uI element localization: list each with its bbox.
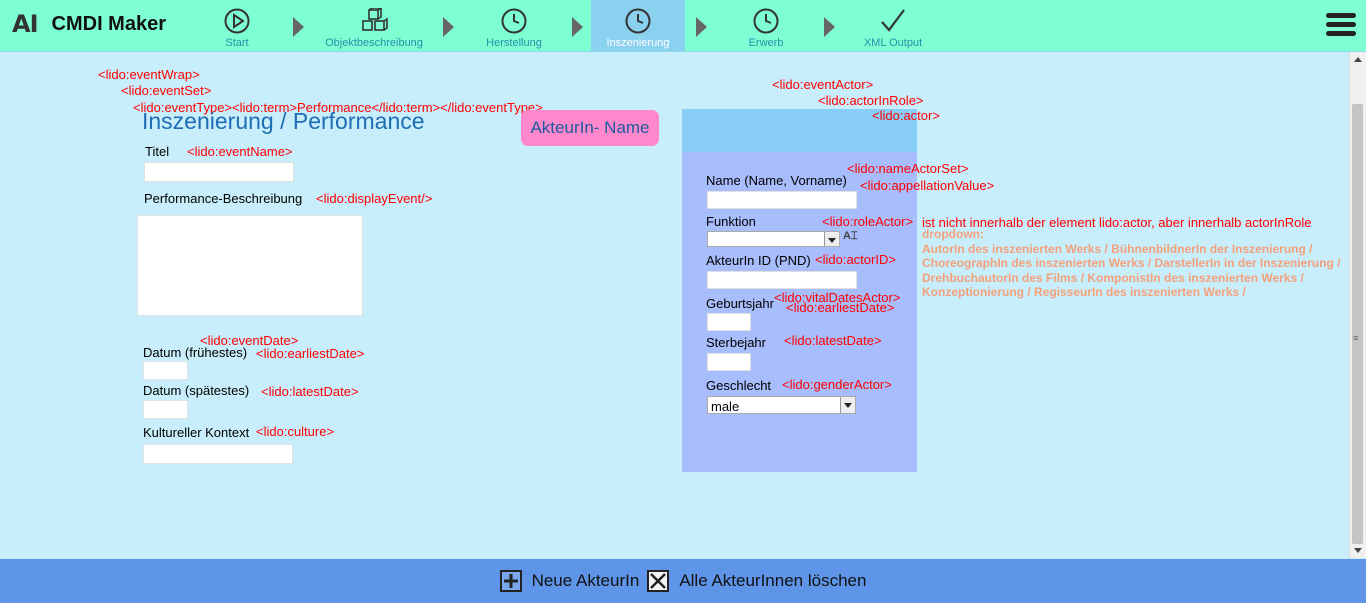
- step-erwerb[interactable]: Erwerb: [730, 0, 802, 51]
- step-label: Erwerb: [748, 37, 784, 49]
- title-input[interactable]: [144, 162, 294, 182]
- dropdown-note-line: dropdown:: [922, 227, 984, 241]
- tag-latest-date: <lido:latestDate>: [261, 384, 359, 399]
- actor-id-label: AkteurIn ID (PND): [706, 253, 811, 268]
- death-year-label: Sterbejahr: [706, 335, 766, 350]
- app-logo: AI: [12, 10, 38, 38]
- tag-earliest-date: <lido:earliestDate>: [256, 346, 365, 361]
- birth-year-input[interactable]: [707, 313, 751, 331]
- description-textarea[interactable]: [137, 215, 363, 316]
- scroll-down-icon[interactable]: [1354, 548, 1362, 553]
- step-arrow: [824, 17, 835, 37]
- dropdown-note-line: DrehbuchautorIn des Films / KomponistIn …: [922, 270, 1304, 285]
- tag-actor-in-role: <lido:actorInRole>: [818, 93, 924, 108]
- play-icon: [224, 7, 250, 35]
- tag-actor-latest-date: <lido:latestDate>: [784, 333, 882, 348]
- tag-event-actor: <lido:eventActor>: [772, 77, 874, 92]
- scroll-up-icon[interactable]: [1354, 57, 1362, 62]
- step-inszenierung[interactable]: Inszenierung: [591, 0, 685, 51]
- step-arrow: [293, 17, 304, 37]
- tag-event-set: <lido:eventSet>: [121, 83, 212, 98]
- close-icon: [647, 570, 670, 592]
- culture-input[interactable]: [143, 444, 293, 464]
- app-title: CMDI Maker: [51, 12, 166, 35]
- culture-label: Kultureller Kontext: [143, 425, 250, 440]
- checkmark-icon: [879, 7, 907, 35]
- gender-select-value: male: [711, 399, 740, 414]
- vertical-scrollbar[interactable]: ≡: [1349, 52, 1366, 558]
- title-label: Titel: [145, 144, 170, 159]
- tag-culture: <lido:culture>: [256, 424, 335, 439]
- clock-icon: [625, 7, 651, 35]
- date-earliest-input[interactable]: [143, 361, 188, 380]
- page-title: Inszenierung / Performance: [142, 108, 425, 134]
- dropdown-note-line: AutorIn des inszenierten Werks / Bühnenb…: [922, 241, 1313, 256]
- tag-name-actor-set: <lido:nameActorSet>: [847, 161, 969, 176]
- function-select[interactable]: [707, 231, 840, 247]
- step-objektbeschreibung[interactable]: Objektbeschreibung: [318, 0, 430, 51]
- gender-select[interactable]: male: [707, 396, 856, 414]
- tag-display-event: <lido:displayEvent/>: [316, 191, 433, 206]
- actor-name-button[interactable]: AkteurIn- Name: [521, 110, 659, 146]
- delete-all-actors-button[interactable]: Alle AkteurInnen löschen: [647, 570, 866, 592]
- new-actor-button[interactable]: Neue AkteurIn: [499, 570, 640, 592]
- scrollbar-thumb[interactable]: [1352, 104, 1363, 544]
- tag-actor: <lido:actor>: [872, 108, 940, 123]
- step-label: Objektbeschreibung: [325, 37, 423, 49]
- gender-label: Geschlecht: [706, 378, 772, 393]
- tag-appellation-value: <lido:appellationValue>: [860, 178, 995, 193]
- tag-actor-id: <lido:actorID>: [815, 252, 896, 267]
- chevron-down-icon[interactable]: [840, 397, 855, 413]
- tag-actor-earliest-date: <lido:earliestDate>: [786, 300, 895, 315]
- footer-toolbar: Neue AkteurIn Alle AkteurInnen löschen: [0, 559, 1366, 603]
- date-earliest-label: Datum (frühestes): [143, 345, 248, 360]
- dropdown-note: dropdown: AutorIn des inszenierten Werks…: [922, 227, 1341, 300]
- step-herstellung[interactable]: Herstellung: [468, 0, 560, 51]
- tag-event-name: <lido:eventName>: [187, 144, 293, 159]
- date-latest-input[interactable]: [143, 400, 188, 419]
- step-arrow: [696, 17, 707, 37]
- tag-gender-actor: <lido:genderActor>: [782, 377, 892, 392]
- tag-event-wrap: <lido:eventWrap>: [98, 67, 200, 82]
- description-label: Performance-Beschreibung: [144, 191, 303, 206]
- step-xml-output[interactable]: XML Output: [858, 0, 928, 51]
- delete-all-label: Alle AkteurInnen löschen: [679, 571, 867, 590]
- step-arrow: [443, 17, 454, 37]
- date-latest-label: Datum (spätestes): [143, 383, 250, 398]
- birth-year-label: Geburtsjahr: [706, 296, 774, 311]
- step-label: Herstellung: [486, 37, 542, 49]
- grip-icon: ≡: [1353, 333, 1359, 343]
- step-arrow: [572, 17, 583, 37]
- clock-icon: [753, 7, 779, 35]
- actor-name-input[interactable]: [707, 191, 857, 209]
- plus-icon: [499, 570, 522, 592]
- step-label: Start: [225, 37, 249, 49]
- step-start[interactable]: Start: [206, 0, 268, 51]
- death-year-input[interactable]: [707, 353, 751, 371]
- actor-id-input[interactable]: [707, 271, 857, 289]
- tag-role-actor: <lido:roleActor>: [822, 214, 914, 229]
- hamburger-menu-icon[interactable]: [1326, 13, 1356, 40]
- dropdown-note-line: ChoreographIn des inszenierten Werks / D…: [922, 256, 1341, 270]
- brand: AI CMDI Maker: [12, 10, 166, 38]
- function-label: Funktion: [706, 214, 756, 229]
- step-label: Inszenierung: [606, 37, 670, 49]
- actor-name-label: Name (Name, Vorname): [706, 173, 847, 188]
- cubes-icon: [360, 7, 388, 35]
- chevron-down-icon[interactable]: [824, 232, 839, 246]
- text-cursor-icon: A⌶: [843, 230, 858, 242]
- dropdown-note-line: Konzeptionierung / RegisseurIn des insze…: [922, 285, 1246, 299]
- clock-icon: [501, 7, 527, 35]
- new-actor-label: Neue AkteurIn: [531, 571, 640, 590]
- top-bar: AI CMDI Maker Start Objektbeschreibung H…: [0, 0, 1366, 52]
- step-label: XML Output: [863, 37, 923, 49]
